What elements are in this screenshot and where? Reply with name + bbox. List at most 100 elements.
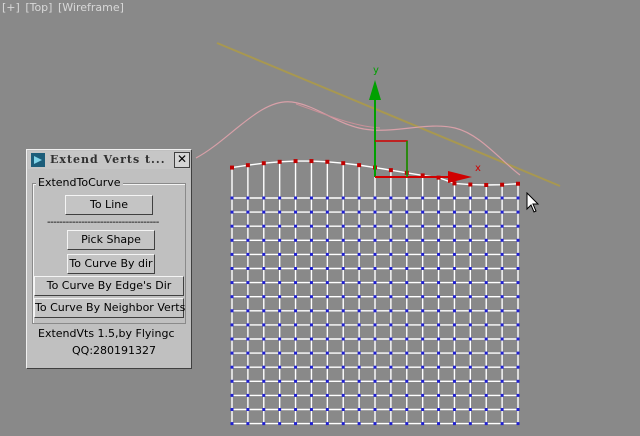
grid-vertex — [421, 309, 425, 313]
grid-vertex — [325, 337, 329, 341]
grid-vertex — [246, 196, 250, 200]
grid-vertex — [262, 365, 266, 369]
grid-vertex — [341, 408, 345, 411]
grid-vertex — [405, 309, 409, 313]
grid-vertex — [278, 351, 282, 355]
grid-vertex — [230, 252, 234, 256]
grid-vertex — [262, 379, 266, 383]
grid-vertex — [357, 295, 361, 299]
grid-vertex — [500, 408, 504, 411]
to-curve-by-dir-button[interactable]: To Curve By dir — [67, 254, 155, 274]
grid-vertex — [341, 379, 345, 383]
close-button[interactable]: ✕ — [174, 152, 190, 168]
grid-vertex — [484, 295, 488, 299]
grid-vertex — [421, 351, 425, 355]
grid-vertex — [468, 238, 472, 242]
grid-vertex — [246, 337, 250, 341]
grid-vertex — [484, 365, 488, 369]
to-curve-by-neighbor-verts-button[interactable]: To Curve By Neighbor Verts — [34, 298, 185, 318]
grid-vertex — [309, 337, 313, 341]
grid-vertex — [389, 422, 393, 426]
to-line-button[interactable]: To Line — [65, 195, 153, 215]
grid-vertex — [294, 393, 298, 397]
grid-vertex — [437, 210, 441, 214]
grid-vertex — [325, 210, 329, 214]
curve-vertex — [388, 168, 393, 173]
grid-vertex — [437, 351, 441, 355]
transform-gizmo[interactable]: y x — [369, 65, 481, 183]
grid-vertex — [500, 309, 504, 313]
grid-vertex — [405, 422, 409, 426]
grid-vertex — [421, 196, 425, 200]
grid-vertex — [421, 365, 425, 369]
grid-vertex — [500, 224, 504, 228]
grid-vertex — [325, 224, 329, 228]
grid-vertex — [484, 337, 488, 341]
grid-vertex — [278, 365, 282, 369]
grid-vertex — [294, 267, 298, 270]
grid-vertex — [278, 252, 282, 256]
grid-vertex — [294, 210, 298, 214]
grid-vertex — [278, 422, 282, 426]
grid-vertex — [230, 210, 234, 214]
grid-vertex — [437, 196, 441, 200]
grid-vertex — [468, 210, 472, 214]
grid-vertex — [373, 408, 377, 411]
grid-vertex — [246, 393, 250, 397]
grid-vertex — [309, 267, 313, 270]
grid-vertex — [309, 252, 313, 256]
grid-vertex — [437, 408, 441, 411]
grid-vertex — [309, 295, 313, 299]
grid-vertex — [341, 238, 345, 242]
panel-titlebar[interactable]: Extend Verts t... ✕ — [28, 151, 190, 169]
curve-vertex — [357, 163, 362, 168]
extend-verts-panel[interactable]: Extend Verts t... ✕ ExtendToCurve To Lin… — [26, 149, 192, 369]
grid-vertex — [405, 323, 409, 327]
grid-vertex — [484, 408, 488, 411]
grid-vertex — [325, 267, 329, 270]
grid-vertex — [484, 351, 488, 355]
grid-vertex — [421, 238, 425, 242]
grid-vertex — [341, 295, 345, 299]
grid-vertex — [294, 196, 298, 200]
grid-vertex — [484, 323, 488, 327]
grid-vertex — [468, 393, 472, 397]
guide-line — [216, 42, 561, 187]
grid-vertex — [373, 252, 377, 256]
to-curve-by-edges-dir-button[interactable]: To Curve By Edge's Dir — [34, 276, 184, 296]
grid-vertex — [294, 408, 298, 411]
grid-vertex — [309, 422, 313, 426]
grid-vertex — [516, 393, 520, 397]
curve-vertex — [277, 159, 282, 164]
grid-vertex — [278, 224, 282, 228]
grid-vertex — [468, 379, 472, 383]
pick-shape-button[interactable]: Pick Shape — [67, 230, 155, 250]
contact-qq: QQ:280191327 — [72, 344, 157, 357]
gizmo-x-arrowhead — [448, 171, 472, 183]
grid-vertex — [325, 379, 329, 383]
grid-vertex — [309, 309, 313, 313]
grid-vertex — [278, 238, 282, 242]
grid-vertex — [262, 281, 266, 285]
grid-vertex — [325, 365, 329, 369]
grid-vertex — [294, 295, 298, 299]
grid-vertex — [246, 422, 250, 426]
grid-vertex — [516, 295, 520, 299]
grid-vertex — [500, 252, 504, 256]
grid-vertex — [246, 351, 250, 355]
grid-vertex — [246, 238, 250, 242]
grid-vertex — [405, 196, 409, 200]
grid-vertex — [294, 323, 298, 327]
grid-vertex — [357, 267, 361, 270]
grid-vertex — [357, 393, 361, 397]
grid-vertex — [437, 393, 441, 397]
grid-vertex — [500, 365, 504, 369]
grid-vertex — [230, 422, 234, 426]
grid-vertex — [246, 408, 250, 411]
grid-vertex — [341, 210, 345, 214]
grid-vertex — [278, 393, 282, 397]
grid-vertex — [421, 422, 425, 426]
grid-vertex — [468, 224, 472, 228]
grid-vertex — [389, 309, 393, 313]
grid-vertex — [246, 365, 250, 369]
